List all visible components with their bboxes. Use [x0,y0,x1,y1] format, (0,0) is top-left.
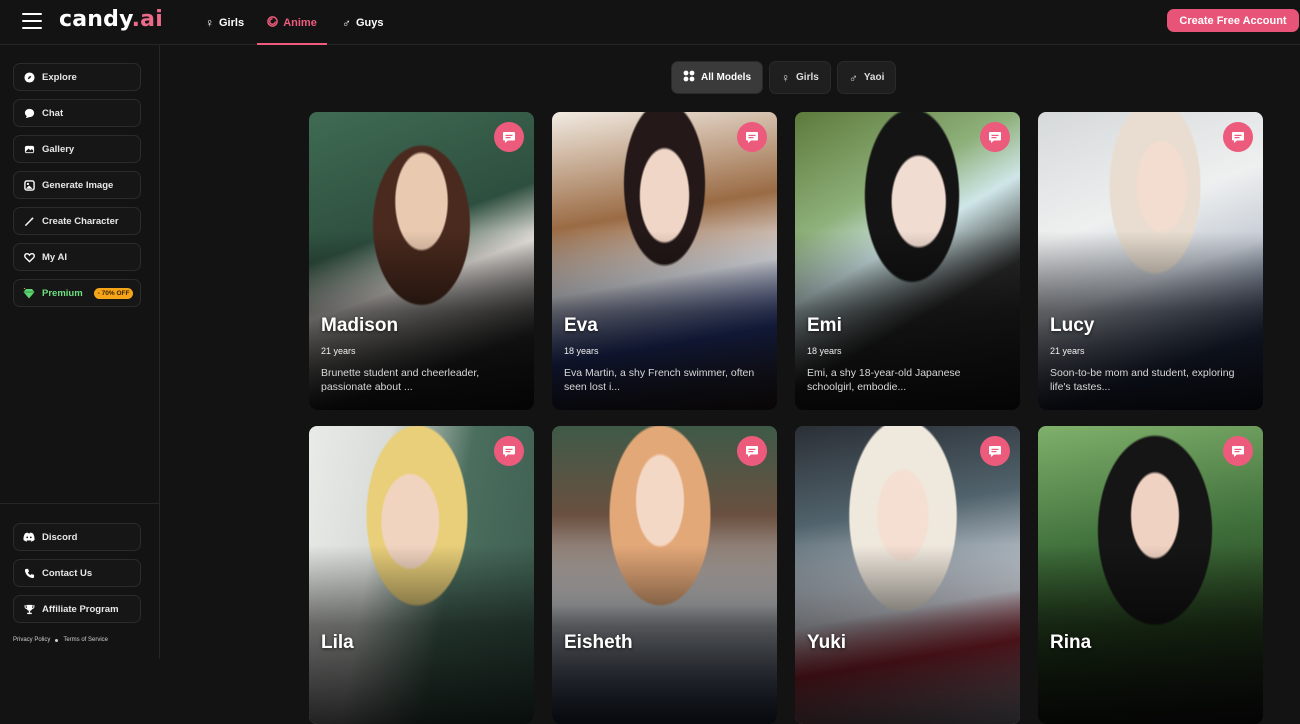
create-account-button[interactable]: Create Free Account [1167,9,1299,32]
sidebar-item-my-ai[interactable]: My AI [13,243,141,271]
sidebar-item-contact-us[interactable]: Contact Us [13,559,141,587]
card-name: Yuki [807,632,847,653]
card-name: Lila [321,632,354,653]
sidebar-item-create-character[interactable]: Create Character [13,207,141,235]
chat-bubble-icon[interactable] [980,122,1010,152]
gallery-icon [23,143,35,155]
card-name: Eva [564,315,598,336]
model-filters: All Models ♀ Girls ♂ Yaoi [671,61,897,94]
legal-links: Privacy Policy Terms of Service [13,637,108,643]
discount-badge: - 70% OFF [93,287,134,299]
female-icon: ♀ [205,15,214,30]
card-name: Emi [807,315,842,336]
sidebar-divider [0,503,159,504]
card-description: Soon-to-be mom and student, exploring li… [1050,367,1235,393]
terms-link[interactable]: Terms of Service [63,637,108,643]
nav-girls[interactable]: ♀ Girls [205,0,244,45]
sidebar-item-affiliate-program[interactable]: Affiliate Program [13,595,141,623]
sidebar: Explore Chat Gallery Generate Image Crea… [0,45,160,659]
anime-icon [267,15,279,30]
male-icon: ♂ [342,15,351,30]
filter-yaoi[interactable]: ♂ Yaoi [836,61,897,94]
sidebar-item-discord[interactable]: Discord [13,523,141,551]
model-card[interactable]: Lucy 21 years Soon-to-be mom and student… [1038,112,1263,410]
card-age: 18 years [564,346,599,356]
diamond-icon [23,287,35,299]
chat-bubble-icon[interactable] [980,436,1010,466]
chat-bubble-icon[interactable] [1223,122,1253,152]
model-card[interactable]: Yuki [795,426,1020,724]
logo[interactable]: candy.ai [59,7,163,32]
chat-icon [23,107,35,119]
sidebar-item-premium[interactable]: Premium - 70% OFF [13,279,141,307]
card-description: Brunette student and cheerleader, passio… [321,367,480,393]
card-age: 21 years [1050,346,1085,356]
chat-bubble-icon[interactable] [494,436,524,466]
sidebar-item-gallery[interactable]: Gallery [13,135,141,163]
model-card[interactable]: Emi 18 years Emi, a shy 18-year-old Japa… [795,112,1020,410]
card-age: 18 years [807,346,842,356]
card-description: Eva Martin, a shy French swimmer, often … [564,367,755,393]
female-icon: ♀ [781,70,791,85]
card-name: Madison [321,315,399,336]
sidebar-item-generate-image[interactable]: Generate Image [13,171,141,199]
model-card[interactable]: Rina [1038,426,1263,724]
separator-dot [55,638,59,642]
model-card[interactable]: Lila [309,426,534,724]
chat-bubble-icon[interactable] [737,122,767,152]
card-age: 21 years [321,346,356,356]
filter-all-models[interactable]: All Models [671,61,764,94]
chat-bubble-icon[interactable] [494,122,524,152]
wand-icon [23,215,35,227]
heart-icon [23,251,35,263]
top-bar: candy.ai ♀ Girls Anime ♂ Guys Create Fre… [0,0,1300,45]
card-name: Rina [1050,632,1092,653]
sidebar-item-explore[interactable]: Explore [13,63,141,91]
nav-anime[interactable]: Anime [257,0,327,45]
privacy-policy-link[interactable]: Privacy Policy [13,637,50,643]
card-name: Eisheth [564,632,633,653]
menu-icon[interactable] [22,13,42,29]
model-card[interactable]: Eisheth [552,426,777,724]
card-name: Lucy [1050,315,1095,336]
compass-icon [23,71,35,83]
phone-icon [23,567,35,579]
filter-girls[interactable]: ♀ Girls [769,61,831,94]
card-description: Emi, a shy 18-year-old Japanese schoolgi… [807,367,961,393]
model-card[interactable]: Eva 18 years Eva Martin, a shy French sw… [552,112,777,410]
trophy-icon [23,603,35,615]
nav-guys[interactable]: ♂ Guys [342,0,384,45]
grid-icon [683,70,695,85]
sidebar-item-chat[interactable]: Chat [13,99,141,127]
chat-bubble-icon[interactable] [737,436,767,466]
discord-icon [23,531,35,543]
male-icon: ♂ [848,70,858,85]
chat-bubble-icon[interactable] [1223,436,1253,466]
model-card[interactable]: Madison 21 years Brunette student and ch… [309,112,534,410]
image-icon [23,179,35,191]
